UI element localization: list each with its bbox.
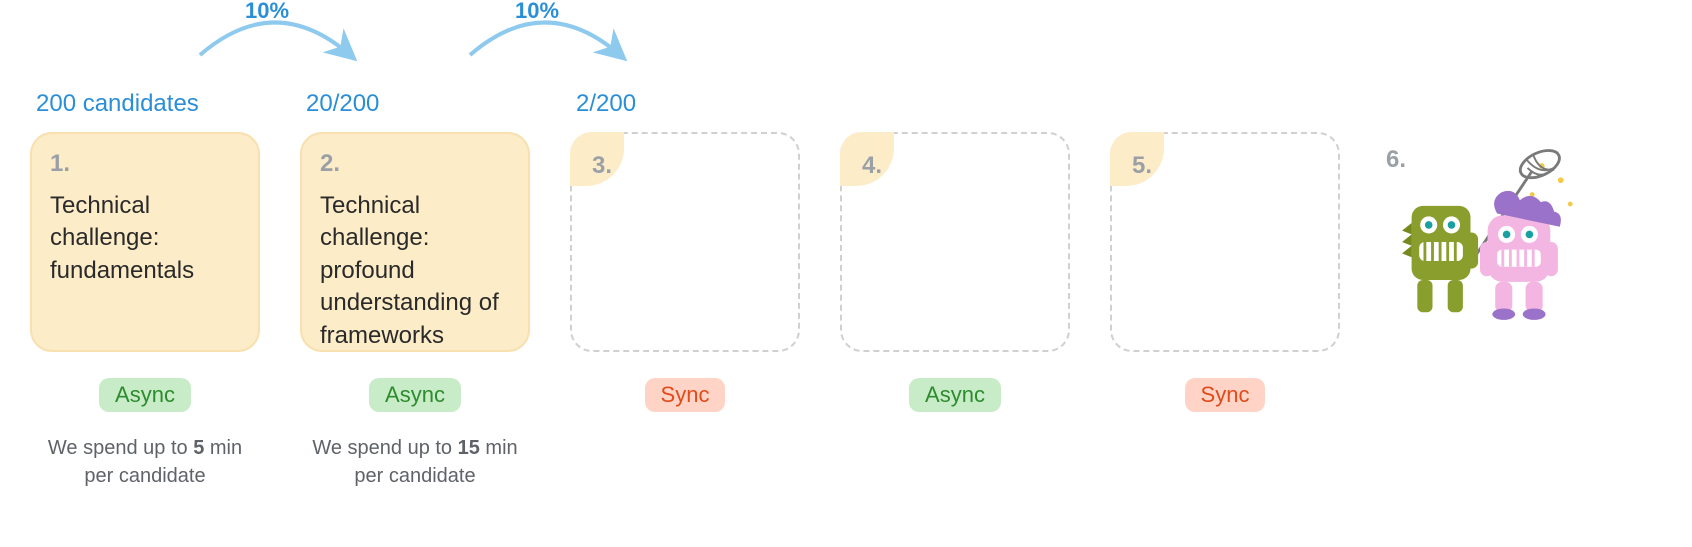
stage-2-tag: Async <box>369 378 461 412</box>
stage-3-number: 3. <box>592 152 778 180</box>
arc-label-1: 10% <box>245 0 289 24</box>
stage-4-tag: Async <box>909 378 1001 412</box>
stage-6: 6. <box>1380 90 1580 352</box>
stage-4-number: 4. <box>862 152 1048 180</box>
stage-3-card: 3. <box>570 132 800 352</box>
stage-1-tag: Async <box>99 378 191 412</box>
stage-2-candidates: 20/200 <box>300 90 379 124</box>
stage-5-tag: Sync <box>1185 378 1266 412</box>
arc-label-2: 10% <box>515 0 559 24</box>
stage-3-tag: Sync <box>645 378 726 412</box>
stages-row: 200 candidates 1. Technical challenge: f… <box>30 90 1662 490</box>
stage-2-title: Technical challenge: profound understand… <box>320 190 510 352</box>
stage-6-illustration: 6. <box>1380 132 1580 352</box>
stage-1-note: We spend up to 5 min per candidate <box>35 434 255 490</box>
stage-4-card: 4. <box>840 132 1070 352</box>
stage-2: 20/200 2. Technical challenge: profound … <box>300 90 530 490</box>
stage-2-number: 2. <box>320 150 510 178</box>
monsters-illustration-icon <box>1385 147 1575 337</box>
stage-1: 200 candidates 1. Technical challenge: f… <box>30 90 260 490</box>
stage-4: 4. Async <box>840 90 1070 412</box>
stage-2-card: 2. Technical challenge: profound underst… <box>300 132 530 352</box>
stage-3: 2/200 3. Sync <box>570 90 800 412</box>
stage-1-candidates: 200 candidates <box>30 90 199 124</box>
stage-1-card: 1. Technical challenge: fundamentals <box>30 132 260 352</box>
stage-1-title: Technical challenge: fundamentals <box>50 190 240 287</box>
stage-3-candidates: 2/200 <box>570 90 636 124</box>
stage-6-number: 6. <box>1386 146 1406 174</box>
stage-2-note: We spend up to 15 min per candidate <box>305 434 525 490</box>
stage-5: 5. Sync <box>1110 90 1340 412</box>
stage-5-number: 5. <box>1132 152 1318 180</box>
stage-5-card: 5. <box>1110 132 1340 352</box>
stage-1-number: 1. <box>50 150 240 178</box>
